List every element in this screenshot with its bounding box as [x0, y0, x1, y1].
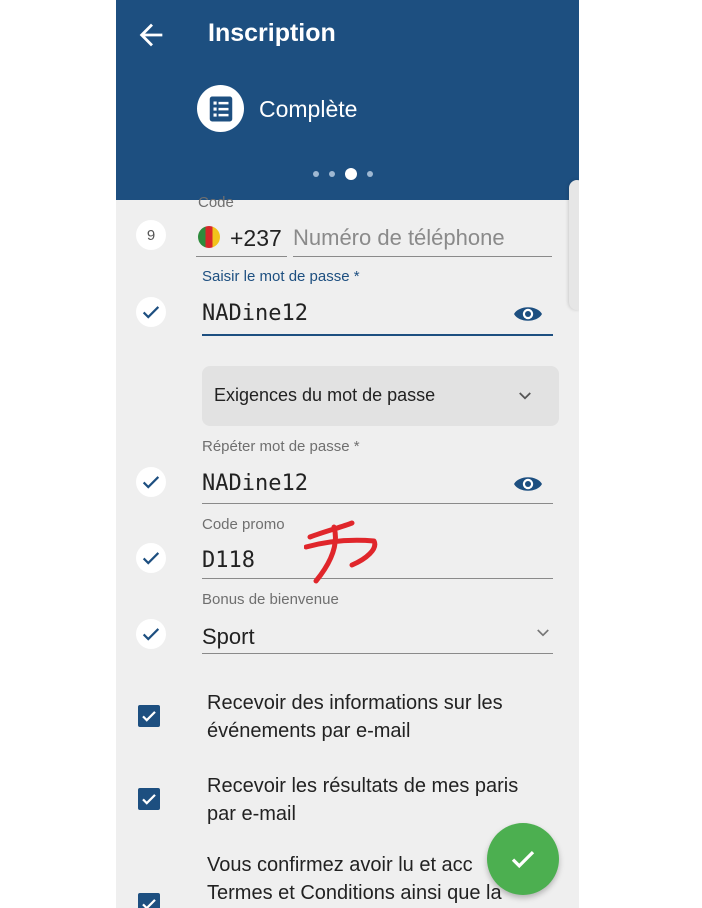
submit-fab-button[interactable] [487, 823, 559, 895]
red-annotation-scribble [304, 520, 378, 584]
page-title: Inscription [208, 19, 336, 47]
checkbox-label: Recevoir les résultats de mes paris par … [207, 775, 519, 825]
promo-label: Code promo [202, 516, 285, 533]
step-dot [313, 171, 319, 177]
phone-code-label: Code [198, 194, 234, 211]
repeat-password-input[interactable]: NADine12 [202, 471, 308, 496]
repeat-password-label: Répéter mot de passe * [202, 438, 360, 455]
promo-input[interactable]: D118 [202, 548, 255, 573]
back-button[interactable] [134, 18, 168, 52]
password-input[interactable]: NADine12 [202, 301, 308, 326]
checkbox-event-emails[interactable] [138, 705, 160, 727]
checkbox-bet-results[interactable] [138, 788, 160, 810]
bonus-select[interactable]: Sport [202, 624, 255, 650]
check-icon [142, 306, 160, 319]
eye-icon[interactable] [513, 473, 543, 495]
list-icon [209, 96, 232, 121]
password-requirements-toggle[interactable]: Exigences du mot de passe [202, 366, 559, 426]
phone-number-input[interactable] [293, 224, 551, 252]
checkbox-label: Vous confirmez avoir lu et acc Termes et… [207, 854, 502, 904]
check-icon [142, 899, 156, 908]
cameroon-flag-icon[interactable] [198, 226, 220, 248]
step-label: Complète [259, 96, 358, 122]
step-done-badge [136, 467, 166, 497]
check-icon [142, 628, 160, 641]
country-code[interactable]: +237 [230, 225, 282, 252]
bonus-underline [202, 653, 553, 654]
step-done-badge [136, 297, 166, 327]
app-screen: Inscription Complète Code 9 +237 S [116, 0, 579, 908]
step-done-badge [136, 619, 166, 649]
password-underline [202, 334, 553, 336]
check-icon [142, 476, 160, 489]
check-icon [511, 850, 535, 869]
chevron-down-icon [519, 392, 531, 400]
repeat-password-underline [202, 503, 553, 504]
step-dot-active [345, 168, 357, 180]
step-dot [367, 171, 373, 177]
check-icon [142, 552, 160, 565]
check-icon [142, 711, 156, 722]
step-done-badge [136, 543, 166, 573]
eye-icon[interactable] [513, 303, 543, 325]
country-code-underline [196, 256, 287, 257]
app-header: Inscription Complète [116, 0, 579, 200]
step-dot [329, 171, 335, 177]
bonus-label: Bonus de bienvenue [202, 591, 339, 608]
check-icon [142, 794, 156, 805]
side-panel-edge[interactable] [569, 180, 579, 310]
checkbox-terms[interactable] [138, 893, 160, 908]
password-label: Saisir le mot de passe * [202, 268, 360, 285]
phone-underline [293, 256, 552, 257]
step-number-badge: 9 [136, 220, 166, 250]
requirements-label: Exigences du mot de passe [214, 385, 436, 405]
arrow-left-icon [139, 23, 163, 47]
checkbox-label: Recevoir des informations sur les événem… [207, 692, 503, 742]
step-indicator [313, 168, 373, 180]
chevron-down-icon[interactable] [534, 624, 552, 642]
step-icon [197, 85, 244, 132]
